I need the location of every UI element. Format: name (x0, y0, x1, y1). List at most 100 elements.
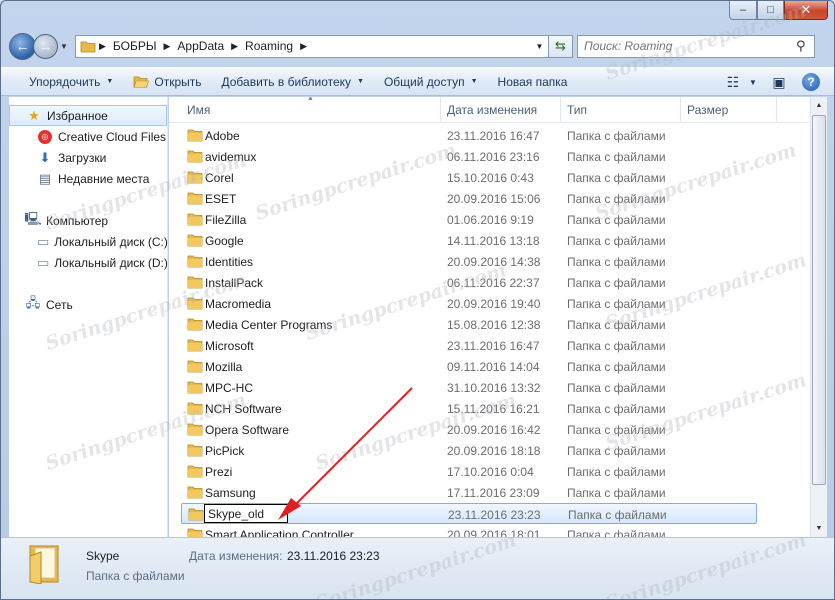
preview-pane-icon[interactable]: ▣ (766, 70, 792, 94)
file-row[interactable]: Adobe 23.11.2016 16:47 Папка с файлами (181, 125, 757, 146)
breadcrumb-separator-icon[interactable]: ▶ (228, 41, 241, 52)
recent-pages-dropdown[interactable]: ▼ (60, 42, 72, 51)
nav-disk-c[interactable]: ▭ Локальный диск (C:) (9, 231, 167, 252)
file-row[interactable]: avidemux 06.11.2016 23:16 Папка с файлами (181, 146, 757, 167)
search-input[interactable] (584, 39, 784, 53)
open-button[interactable]: Открыть (123, 70, 211, 94)
scroll-up-icon[interactable]: ▲ (811, 97, 827, 114)
file-row[interactable]: ESET 20.09.2016 15:06 Папка с файлами (181, 188, 757, 209)
file-name: Samsung (205, 485, 256, 500)
file-row[interactable]: Identities 20.09.2016 14:38 Папка с файлам… (181, 251, 757, 272)
nav-computer[interactable]: 🖳 Компьютер (9, 210, 167, 231)
address-dropdown-icon[interactable]: ▼ (530, 41, 548, 51)
file-row[interactable]: Skype_old 23.11.2016 23:23 Папка с файлами (181, 503, 757, 524)
column-size[interactable]: Размер (681, 97, 777, 122)
file-row[interactable]: MPC-HC 31.10.2016 13:32 Папка с файлами (181, 377, 757, 398)
column-date[interactable]: Дата изменения (441, 97, 561, 122)
nav-favorites[interactable]: ★ Избранное (9, 105, 167, 126)
breadcrumb-separator-icon[interactable]: ▶ (297, 41, 310, 52)
command-bar: Упорядочить ▼ Открыть Добавить в библиоте… (1, 67, 834, 96)
file-row[interactable]: Mozilla 09.11.2016 14:04 Папка с файлами (181, 356, 757, 377)
nav-network[interactable]: 🖧 Сеть (9, 294, 167, 315)
address-bar[interactable]: ▶ БОБРЫ ▶ AppData ▶ Roaming ▶ ▼ (75, 34, 549, 58)
forward-button[interactable]: → (33, 33, 58, 59)
column-label: Имя (187, 102, 211, 117)
add-to-library-menu[interactable]: Добавить в библиотеку ▼ (212, 70, 374, 94)
file-date: 20.09.2016 18:01 (447, 527, 541, 538)
file-type: Папка с файлами (567, 149, 666, 164)
file-row[interactable]: Media Center Programs 15.08.2016 12:38 Пап… (181, 314, 757, 335)
file-name: Macromedia (205, 296, 272, 311)
column-type[interactable]: Тип (561, 97, 681, 122)
file-name: FileZilla (205, 212, 247, 227)
rename-input[interactable]: Skype_old (204, 504, 288, 523)
navigation-row: ← → ▼ ▶ БОБРЫ ▶ AppData ▶ Roaming ▶ ▼ ⇆ … (9, 31, 826, 61)
file-row[interactable]: Corel 15.10.2016 0:43 Папка с файлами (181, 167, 757, 188)
file-row[interactable]: InstallPack 06.11.2016 22:37 Папка с файла… (181, 272, 757, 293)
file-row[interactable]: Macromedia 20.09.2016 19:40 Папка с файлам… (181, 293, 757, 314)
file-name: Microsoft (205, 338, 254, 353)
file-name: Google (205, 233, 244, 248)
breadcrumb-item[interactable]: БОБРЫ (109, 39, 161, 53)
file-date: 15.10.2016 0:43 (447, 170, 534, 185)
breadcrumb-separator-icon[interactable]: ▶ (161, 41, 174, 52)
nav-label: Недавние места (58, 171, 150, 186)
creative-cloud-icon: ◎ (37, 129, 53, 145)
organize-menu[interactable]: Упорядочить ▼ (19, 70, 123, 94)
breadcrumb-separator-icon[interactable]: ▶ (96, 41, 109, 52)
file-name: ESET (205, 191, 237, 206)
file-row[interactable]: Smart Application Controller 20.09.2016 1… (181, 524, 757, 537)
add-library-label: Добавить в библиотеку (221, 74, 352, 89)
caption-buttons: – □ ✕ (729, 1, 828, 20)
new-folder-button[interactable]: Новая папка (488, 70, 578, 94)
view-options-icon[interactable]: ☷ (720, 70, 746, 94)
file-row[interactable]: Prezi 17.10.2016 0:04 Папка с файлами (181, 461, 757, 482)
search-box[interactable]: ⚲ (577, 34, 815, 58)
help-button[interactable]: ? (798, 70, 824, 94)
file-type: Папка с файлами (567, 401, 666, 416)
file-date: 20.09.2016 16:42 (447, 422, 541, 437)
breadcrumb-item[interactable]: Roaming (241, 39, 297, 53)
file-type: Папка с файлами (567, 296, 666, 311)
vertical-scrollbar[interactable]: ▲ ▼ (810, 97, 827, 537)
file-row[interactable]: PicPick 20.09.2016 18:18 Папка с файлами (181, 440, 757, 461)
file-name: PicPick (205, 443, 245, 458)
folder-icon (187, 255, 203, 268)
nav-recent-places[interactable]: ▤ Недавние места (9, 168, 167, 189)
column-label: Дата изменения (447, 102, 538, 117)
search-icon[interactable]: ⚲ (796, 38, 814, 54)
file-row[interactable]: Opera Software 20.09.2016 16:42 Папка с фа… (181, 419, 757, 440)
file-row[interactable]: Microsoft 23.11.2016 16:47 Папка с файлами (181, 335, 757, 356)
maximize-button[interactable]: □ (757, 1, 784, 20)
nav-downloads[interactable]: ⬇ Загрузки (9, 147, 167, 168)
breadcrumb-item[interactable]: AppData (173, 39, 228, 53)
refresh-button[interactable]: ⇆ (549, 34, 573, 58)
file-row[interactable]: FileZilla 01.06.2016 9:19 Папка с файлами (181, 209, 757, 230)
file-type: Папка с файлами (567, 233, 666, 248)
file-name: Identities (205, 254, 254, 269)
minimize-button[interactable]: – (729, 1, 757, 20)
file-name: Smart Application Controller (205, 527, 354, 538)
file-row[interactable]: Samsung 17.11.2016 23:09 Папка с файлами (181, 482, 757, 503)
scroll-down-icon[interactable]: ▼ (811, 520, 827, 537)
file-row[interactable]: Google 14.11.2016 13:18 Папка с файлами (181, 230, 757, 251)
folder-icon (187, 360, 203, 373)
scrollbar-thumb[interactable] (812, 115, 826, 485)
new-folder-label: Новая папка (497, 74, 568, 89)
share-menu[interactable]: Общий доступ ▼ (374, 70, 488, 94)
column-label: Размер (687, 102, 729, 117)
folder-icon (187, 486, 203, 499)
back-button[interactable]: ← (9, 32, 36, 60)
chevron-down-icon[interactable]: ▼ (746, 70, 760, 94)
column-name[interactable]: Имя (181, 97, 441, 122)
folder-icon (187, 402, 203, 415)
folder-icon (187, 129, 203, 142)
details-date-value: 23.11.2016 23:23 (287, 549, 380, 563)
folder-icon (187, 465, 203, 478)
file-type: Папка с файлами (567, 128, 666, 143)
nav-creative-cloud[interactable]: ◎ Creative Cloud Files (9, 126, 167, 147)
file-date: 15.08.2016 12:38 (447, 317, 541, 332)
nav-disk-d[interactable]: ▭ Локальный диск (D:) (9, 252, 167, 273)
file-row[interactable]: NCH Software 15.11.2016 16:21 Папка с файл… (181, 398, 757, 419)
close-button[interactable]: ✕ (784, 1, 828, 20)
